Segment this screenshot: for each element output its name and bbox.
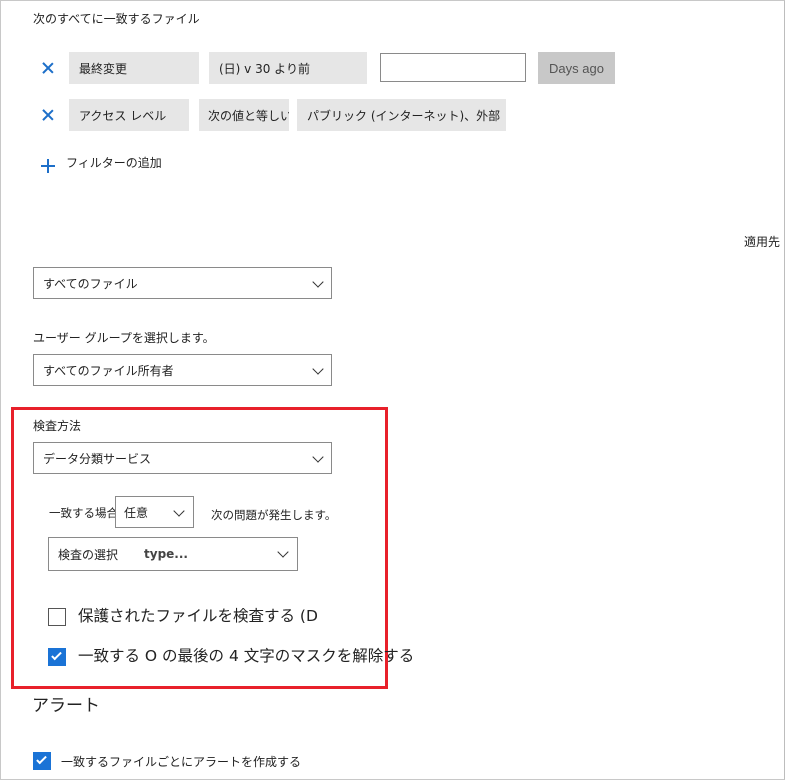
unmask-label: 一致する O の最後の 4 文字のマスクを解除する	[78, 647, 415, 665]
apply-to-label: 適用先	[744, 235, 781, 249]
alerts-heading: アラート	[32, 696, 100, 716]
filters-heading: 次のすべてに一致するファイル	[33, 12, 200, 26]
user-group-dropdown[interactable]: すべてのファイル所有者	[33, 354, 332, 386]
inspection-method-value: データ分類サービス	[43, 451, 152, 466]
filter-operator-access-level[interactable]: 次の値と等しい	[199, 99, 289, 131]
chevron-down-icon	[312, 363, 324, 375]
filter-operator-last-modified[interactable]: (日) v 30 より前	[209, 52, 367, 84]
protected-files-label: 保護されたファイルを検査する (D	[78, 607, 318, 625]
chevron-down-icon	[312, 276, 324, 288]
create-alert-label: 一致するファイルごとにアラートを作成する	[61, 755, 302, 769]
filter-value-access-level[interactable]: パブリック (インターネット)、外部	[297, 99, 506, 131]
match-dropdown-value: 任意	[124, 505, 149, 520]
filter-field-last-modified[interactable]: 最終変更	[69, 52, 199, 84]
remove-filter-icon[interactable]	[42, 109, 54, 121]
inspection-select-placeholder: type...	[144, 547, 188, 561]
create-alert-checkbox[interactable]	[33, 752, 51, 770]
remove-filter-icon[interactable]	[42, 62, 54, 74]
inspection-method-dropdown[interactable]: データ分類サービス	[33, 442, 332, 474]
files-dropdown[interactable]: すべてのファイル	[33, 267, 332, 299]
user-group-label: ユーザー グループを選択します。	[33, 331, 215, 345]
chevron-down-icon	[312, 451, 324, 463]
files-dropdown-value: すべてのファイル	[43, 276, 138, 291]
chevron-down-icon	[277, 546, 289, 558]
add-filter-link[interactable]: フィルターの追加	[66, 157, 162, 169]
match-suffix-text: 次の問題が発生します。	[211, 508, 337, 522]
inspection-select-prefix: 検査の選択	[58, 547, 119, 562]
days-ago-button[interactable]: Days ago	[538, 52, 615, 84]
add-icon[interactable]	[41, 159, 55, 173]
filter-field-access-level[interactable]: アクセス レベル	[69, 99, 189, 131]
inspection-select-dropdown[interactable]: 検査の選択 type...	[48, 537, 298, 571]
protected-files-checkbox[interactable]	[48, 608, 66, 626]
match-prefix-text: 一致する場合	[49, 506, 118, 520]
match-dropdown[interactable]: 任意	[115, 496, 194, 528]
inspection-method-label: 検査方法	[33, 419, 82, 433]
days-value-input[interactable]	[380, 53, 526, 82]
unmask-checkbox[interactable]	[48, 648, 66, 666]
user-group-dropdown-value: すべてのファイル所有者	[43, 363, 174, 378]
chevron-down-icon	[173, 505, 185, 517]
